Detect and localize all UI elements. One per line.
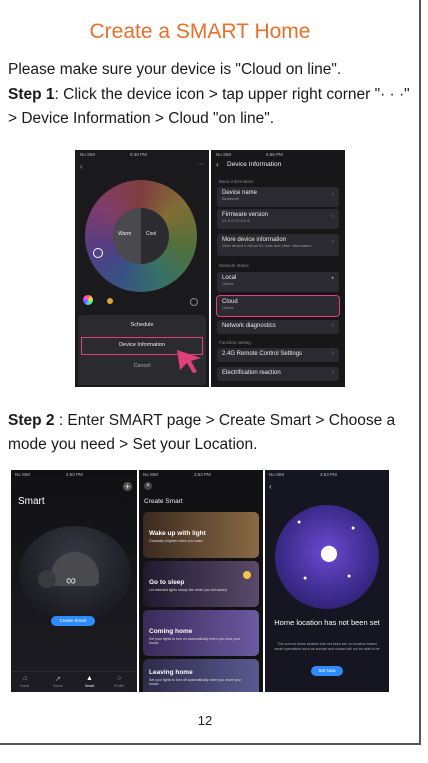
wifi-icon: ◔ [330,276,334,282]
scene-tab-icon[interactable]: ↗ [55,675,61,683]
status-carrier: No SIM [15,472,31,477]
screenshot-device-information: No SIM 6:56 PM ‹ Device Information Basi… [211,150,345,387]
back-icon[interactable]: ‹ [80,162,83,171]
add-icon[interactable]: + [123,482,132,491]
location-pin-icon: ● [303,575,308,582]
location-heading: Home location has not been set [274,618,380,627]
row-cloud: Cloud Online [216,295,340,317]
step1-text: : Click the device icon > tap upper righ… [8,86,410,127]
page-frame-right [419,0,421,744]
page-number: 12 [197,713,213,728]
warm-label: Warm [118,231,132,237]
location-pin-icon: ● [351,525,356,532]
tab-scene[interactable]: Scene [53,684,63,688]
bush-illustration [38,570,56,588]
row-network-diagnostics[interactable]: Network diagnostics › [217,320,339,334]
location-pin-icon: ● [297,519,302,526]
status-carrier: No SIM [143,472,159,477]
page-title: Create a SMART Home [89,20,311,43]
create-smart-title: Create Smart [144,498,183,505]
location-pin-icon: ⬤ [320,545,338,562]
row-remote-control[interactable]: 2.4G Remote Control Settings › [217,348,339,362]
screenshot-color-wheel: No SIM 5:40 PM ‹ ··· Warm Cool Schedule … [75,150,209,387]
card-go-to-sleep[interactable]: Go to sleep Let selected lights slowly di… [143,561,259,607]
set-now-button[interactable]: Set Now [311,666,343,676]
step1-label: Step 1 [8,86,55,103]
status-time: 3:53 PM [320,472,337,477]
screenshot-home-location: No SIM 3:53 PM ‹ ⬤ ● ● ● ● Home location… [265,470,389,692]
status-carrier: No SIM [269,472,285,477]
power-icon[interactable] [190,298,198,306]
step1-paragraph: Step 1: Click the device icon > tap uppe… [8,83,412,131]
screenshot-smart-page: No SIM 4:50 PM + Smart ∞ Create Smart ⌂ … [11,470,137,692]
step2-label: Step 2 [8,412,55,429]
step2-paragraph: Step 2 : Enter SMART page > Create Smart… [8,409,412,457]
page-frame-bottom [0,743,421,745]
intro-text: Please make sure your device is "Cloud o… [8,61,342,78]
section-network: Network status [219,263,249,268]
row-firmware[interactable]: Firmware version V1.0.0 V2.0.0 A › [217,209,339,229]
temperature-dial[interactable]: Warm Cool [113,208,169,264]
card-leaving-home[interactable]: Leaving home Set your lights to turn off … [143,659,259,692]
create-smart-button[interactable]: Create Smart [51,616,95,626]
status-time: 5:40 PM [130,152,147,157]
pointer-arrow-icon [177,350,201,373]
row-more-info[interactable]: More device information View device's vir… [217,234,339,256]
status-carrier: No SIM [80,152,96,157]
status-carrier: No SIM [216,152,232,157]
tab-profile[interactable]: Profile [114,684,124,688]
section-basic: Basic information [219,179,254,184]
tab-bar: ⌂ Home ↗ Scene ▲ Smart ○ Profile [11,671,137,692]
back-icon[interactable]: ‹ [216,160,219,169]
location-body: The current home location has not been s… [274,642,380,651]
header-title: Device Information [227,161,282,168]
map-globe: ⬤ ● ● ● ● [275,505,379,609]
row-device-name[interactable]: Device name Bluetooth › [217,187,339,207]
screenshot-create-smart: No SIM 3:53 PM × Create Smart Wake up wi… [139,470,263,692]
white-mode-icon[interactable] [107,298,113,304]
tab-smart[interactable]: Smart [85,684,94,688]
back-icon[interactable]: ‹ [269,482,272,491]
row-electrification[interactable]: Electrification reaction › [217,367,339,381]
more-icon[interactable]: ··· [197,161,204,168]
cool-label: Cool [146,231,157,237]
color-mode-icon[interactable] [83,295,93,305]
card-coming-home[interactable]: Coming home Set your lights to turn on au… [143,610,259,656]
tab-home[interactable]: Home [20,684,29,688]
section-function: Function setting [219,340,251,345]
smart-title: Smart [18,496,45,507]
infinity-icon: ∞ [66,572,76,588]
smart-tab-icon[interactable]: ▲ [86,675,93,682]
close-icon[interactable]: × [144,482,152,490]
home-tab-icon[interactable]: ⌂ [23,675,27,682]
color-picker-handle[interactable] [93,248,103,258]
menu-schedule[interactable]: Schedule [78,322,206,328]
status-time: 3:53 PM [194,472,211,477]
status-time: 4:50 PM [66,472,83,477]
location-pin-icon: ● [347,573,352,580]
card-wake-up[interactable]: Wake up with light Gradually brighten whe… [143,512,259,558]
step2-text: : Enter SMART page > Create Smart > Choo… [8,412,396,453]
profile-tab-icon[interactable]: ○ [117,675,121,682]
row-local: Local Online ◔ [217,272,339,292]
status-time: 6:56 PM [266,152,283,157]
